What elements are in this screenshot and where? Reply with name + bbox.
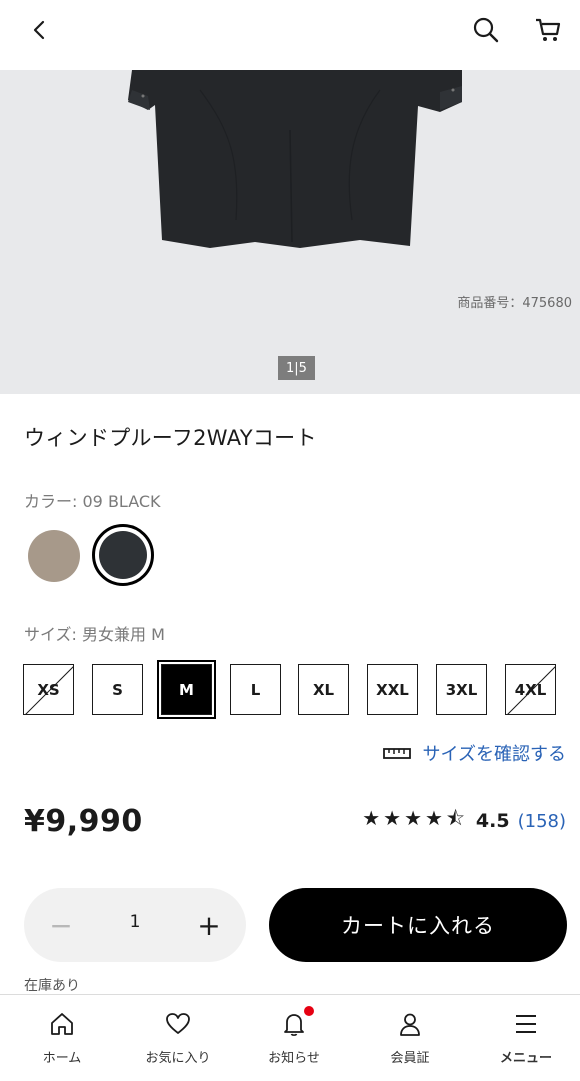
size-value: 男女兼用 M [82,625,165,644]
rating-value: 4.5 [475,810,510,832]
size-option-s[interactable]: S [92,664,143,715]
size-label: サイズ: [24,625,77,644]
add-to-cart-button[interactable]: カートに入れる [269,888,567,962]
color-swatch-beige[interactable] [28,530,80,582]
size-option-label: M [179,680,194,699]
color-label-row: カラー: 09 BLACK [24,488,161,512]
tab-label: メニュー [499,1051,552,1066]
size-check-label: サイズを確認する [422,744,566,765]
menu-icon [513,1009,539,1039]
size-label-row: サイズ: 男女兼用 M [24,621,165,645]
search-button[interactable] [466,10,506,50]
top-bar [0,0,580,70]
chevron-left-icon [33,20,45,40]
search-icon [473,17,499,43]
tab-favorites[interactable]: お気に入り [120,995,236,1081]
size-option-label: 3XL [445,680,478,699]
size-option-xl[interactable]: XL [298,664,349,715]
color-label: カラー: [24,492,78,511]
size-option-3xl[interactable]: 3XL [436,664,487,715]
size-option-xxl[interactable]: XXL [367,664,418,715]
size-option-l[interactable]: L [230,664,281,715]
image-pager: 1|5 [278,356,315,380]
notification-badge [304,1006,314,1016]
rating-stars-icon: ★★★★⯪ [362,806,468,830]
tab-label: お知らせ [268,1051,320,1066]
size-option-label: XL [312,680,335,699]
cart-button[interactable] [528,10,568,50]
review-count-link[interactable]: (158) [518,811,566,832]
person-icon [397,1009,423,1039]
decrement-button[interactable]: − [42,906,80,944]
tab-label: 会員証 [390,1051,430,1066]
size-check-link[interactable]: サイズを確認する [382,740,566,766]
color-swatch-black[interactable] [92,524,154,586]
home-icon [49,1009,75,1039]
tab-notifications[interactable]: お知らせ [236,995,352,1081]
unavailable-slash-icon [507,666,555,714]
size-option-label: S [112,680,123,699]
bottom-tab-bar: ホーム お気に入り お知らせ 会員証 メニュー [0,994,580,1081]
increment-button[interactable]: + [190,906,228,944]
heart-icon [165,1009,191,1039]
bell-icon [281,1006,314,1039]
product-number: 商品番号：475680 [457,296,572,311]
product-image-gallery[interactable]: 商品番号：475680 1|5 [0,70,580,394]
size-option-4xl[interactable]: 4XL [505,664,556,715]
price: ¥9,990 [24,804,143,839]
stock-status: 在庫あり [24,978,80,994]
back-button[interactable] [20,10,60,50]
cart-icon [536,18,561,41]
quantity-stepper: − 1 + [24,888,246,962]
color-swatch-black-fill [99,531,147,579]
product-title: ウィンドプルーフ2WAYコート [24,426,317,450]
size-option-label: XXL [376,680,409,699]
tab-label: ホーム [42,1051,82,1066]
ruler-icon [382,748,411,759]
quantity-value: 1 [129,912,141,932]
tab-label: お気に入り [145,1051,211,1066]
size-option-label: L [250,680,261,699]
color-value: 09 BLACK [82,492,161,511]
unavailable-slash-icon [25,666,73,714]
tab-membership[interactable]: 会員証 [352,995,468,1081]
tab-home[interactable]: ホーム [4,995,120,1081]
size-option-m[interactable]: M [157,660,216,719]
size-option-xs[interactable]: XS [23,664,74,715]
tab-menu[interactable]: メニュー [468,995,580,1081]
product-image [128,70,462,248]
rating[interactable]: ★★★★⯪ 4.5 (158) [362,804,566,838]
